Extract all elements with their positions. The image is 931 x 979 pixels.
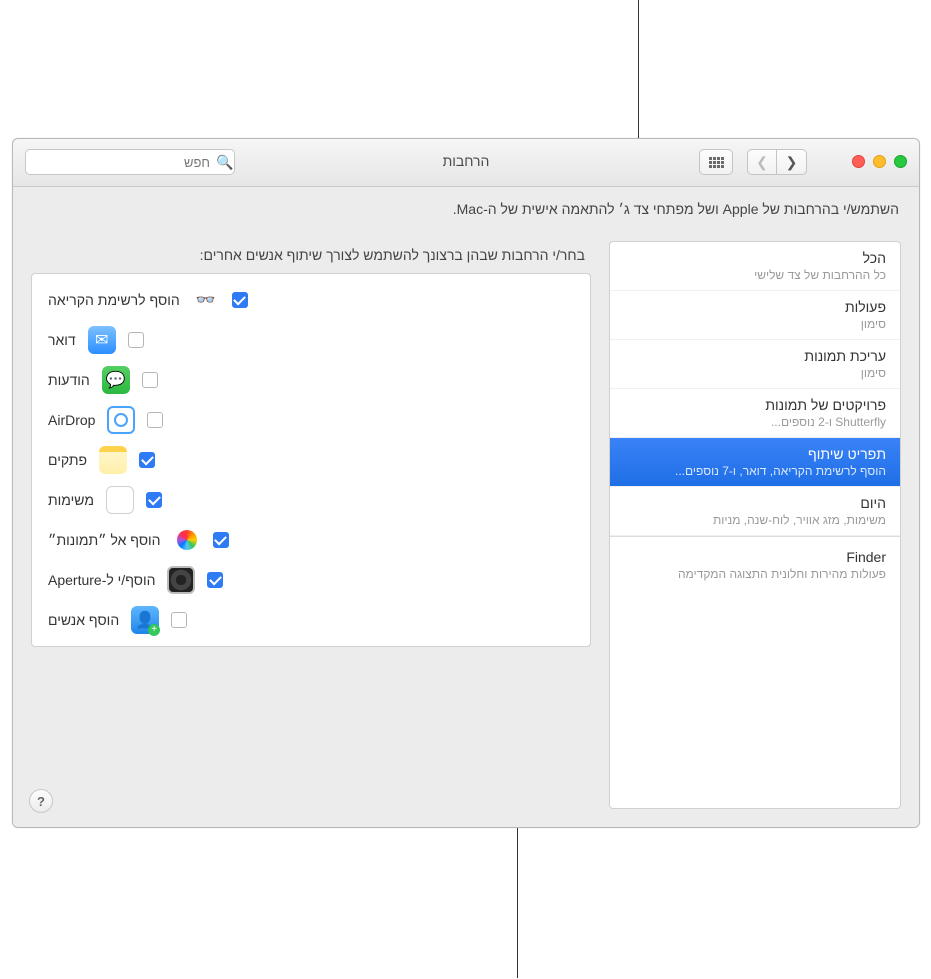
minimize-button[interactable] xyxy=(873,155,886,168)
intro-text: השתמש/י בהרחבות של Apple ושל מפתחי צד ג׳… xyxy=(13,187,919,227)
extension-row-messages[interactable]: 💬 הודעות xyxy=(32,360,590,400)
checkbox[interactable] xyxy=(207,572,223,588)
window-body: השתמש/י בהרחבות של Apple ושל מפתחי צד ג׳… xyxy=(13,187,919,827)
title-bar: ❮ ❯ הרחבות 🔍 xyxy=(13,139,919,187)
sidebar-item-title: פרויקטים של תמונות xyxy=(624,397,886,413)
extension-list: 👓 הוסף לרשימת הקריאה ✉ דואר 💬 הודעות xyxy=(31,273,591,647)
sidebar-item-title: Finder xyxy=(624,549,886,565)
sidebar-item-sub: פעולות מהירות וחלונית התצוגה המקדימה xyxy=(624,567,886,581)
extension-label: הוסף/י ל-Aperture xyxy=(48,572,155,588)
sidebar-item-sub: הוסף לרשימת הקריאה, דואר, ו-7 נוספים... xyxy=(624,464,886,478)
people-icon: 👤 xyxy=(131,606,159,634)
show-all-button[interactable] xyxy=(699,149,733,175)
forward-button[interactable]: ❯ xyxy=(777,149,807,175)
zoom-button[interactable] xyxy=(894,155,907,168)
messages-icon: 💬 xyxy=(102,366,130,394)
sidebar-item-sub: סימון xyxy=(624,317,886,331)
detail-pane: בחר/י הרחבות שבהן ברצונך להשתמש לצורך שי… xyxy=(31,241,591,809)
sidebar-item-photoprojects[interactable]: פרויקטים של תמונות Shutterfly ו-2 נוספים… xyxy=(610,389,900,438)
extension-label: הוסף אל ״תמונות״ xyxy=(48,532,161,548)
close-button[interactable] xyxy=(852,155,865,168)
extension-label: דואר xyxy=(48,332,76,348)
sidebar-item-finder[interactable]: Finder פעולות מהירות וחלונית התצוגה המקד… xyxy=(610,536,900,589)
mail-icon: ✉ xyxy=(88,326,116,354)
sidebar-item-today[interactable]: היום משימות, מזג אוויר, לוח-שנה, מניות xyxy=(610,487,900,536)
help-icon: ? xyxy=(37,794,45,809)
extension-label: הוסף לרשימת הקריאה xyxy=(48,292,180,308)
category-sidebar: הכל כל ההרחבות של צד שלישי פעולות סימון … xyxy=(609,241,901,809)
extension-label: הודעות xyxy=(48,372,90,388)
sidebar-item-title: פעולות xyxy=(624,299,886,315)
checkbox[interactable] xyxy=(147,412,163,428)
sidebar-item-photoediting[interactable]: עריכת תמונות סימון xyxy=(610,340,900,389)
help-button[interactable]: ? xyxy=(29,789,53,813)
search-input[interactable] xyxy=(34,155,210,170)
grid-icon xyxy=(709,157,724,168)
extension-row-notes[interactable]: פתקים xyxy=(32,440,590,480)
sidebar-item-sharemenu[interactable]: תפריט שיתוף הוסף לרשימת הקריאה, דואר, ו-… xyxy=(610,438,900,487)
checkbox[interactable] xyxy=(171,612,187,628)
search-icon: 🔍 xyxy=(216,155,233,169)
nav-buttons: ❮ ❯ xyxy=(747,149,807,175)
extension-label: משימות xyxy=(48,492,94,508)
callout-line-top xyxy=(638,0,639,138)
extension-label: הוסף אנשים xyxy=(48,612,119,628)
extension-row-reminders[interactable]: משימות xyxy=(32,480,590,520)
extension-row-airdrop[interactable]: AirDrop xyxy=(32,400,590,440)
back-button[interactable]: ❮ xyxy=(747,149,777,175)
airdrop-icon xyxy=(107,406,135,434)
extension-row-mail[interactable]: ✉ דואר xyxy=(32,320,590,360)
sidebar-item-sub: Shutterfly ו-2 נוספים... xyxy=(624,415,886,429)
extension-label: פתקים xyxy=(48,452,87,468)
glasses-icon: 👓 xyxy=(192,286,220,314)
window-controls xyxy=(852,155,907,168)
extension-row-photos[interactable]: הוסף אל ״תמונות״ xyxy=(32,520,590,560)
sidebar-item-all[interactable]: הכל כל ההרחבות של צד שלישי xyxy=(610,242,900,291)
sidebar-item-actions[interactable]: פעולות סימון xyxy=(610,291,900,340)
reminders-icon xyxy=(106,486,134,514)
checkbox[interactable] xyxy=(213,532,229,548)
sidebar-item-title: הכל xyxy=(624,250,886,266)
photos-icon xyxy=(173,526,201,554)
pane-header: בחר/י הרחבות שבהן ברצונך להשתמש לצורך שי… xyxy=(200,247,585,263)
checkbox[interactable] xyxy=(139,452,155,468)
sidebar-item-title: תפריט שיתוף xyxy=(624,446,886,462)
aperture-icon xyxy=(167,566,195,594)
checkbox[interactable] xyxy=(128,332,144,348)
sidebar-item-sub: סימון xyxy=(624,366,886,380)
search-field[interactable]: 🔍 xyxy=(25,149,235,175)
extension-row-people[interactable]: 👤 הוסף אנשים xyxy=(32,600,590,640)
extension-row-aperture[interactable]: הוסף/י ל-Aperture xyxy=(32,560,590,600)
checkbox[interactable] xyxy=(142,372,158,388)
preferences-window: ❮ ❯ הרחבות 🔍 השתמש/י בהרחבות של Apple וש… xyxy=(12,138,920,828)
notes-icon xyxy=(99,446,127,474)
checkbox[interactable] xyxy=(232,292,248,308)
sidebar-item-title: עריכת תמונות xyxy=(624,348,886,364)
sidebar-item-title: היום xyxy=(624,495,886,511)
extension-label: AirDrop xyxy=(48,412,95,428)
sidebar-item-sub: משימות, מזג אוויר, לוח-שנה, מניות xyxy=(624,513,886,527)
sidebar-item-sub: כל ההרחבות של צד שלישי xyxy=(624,268,886,282)
checkbox[interactable] xyxy=(146,492,162,508)
extension-row-readinglist[interactable]: 👓 הוסף לרשימת הקריאה xyxy=(32,280,590,320)
